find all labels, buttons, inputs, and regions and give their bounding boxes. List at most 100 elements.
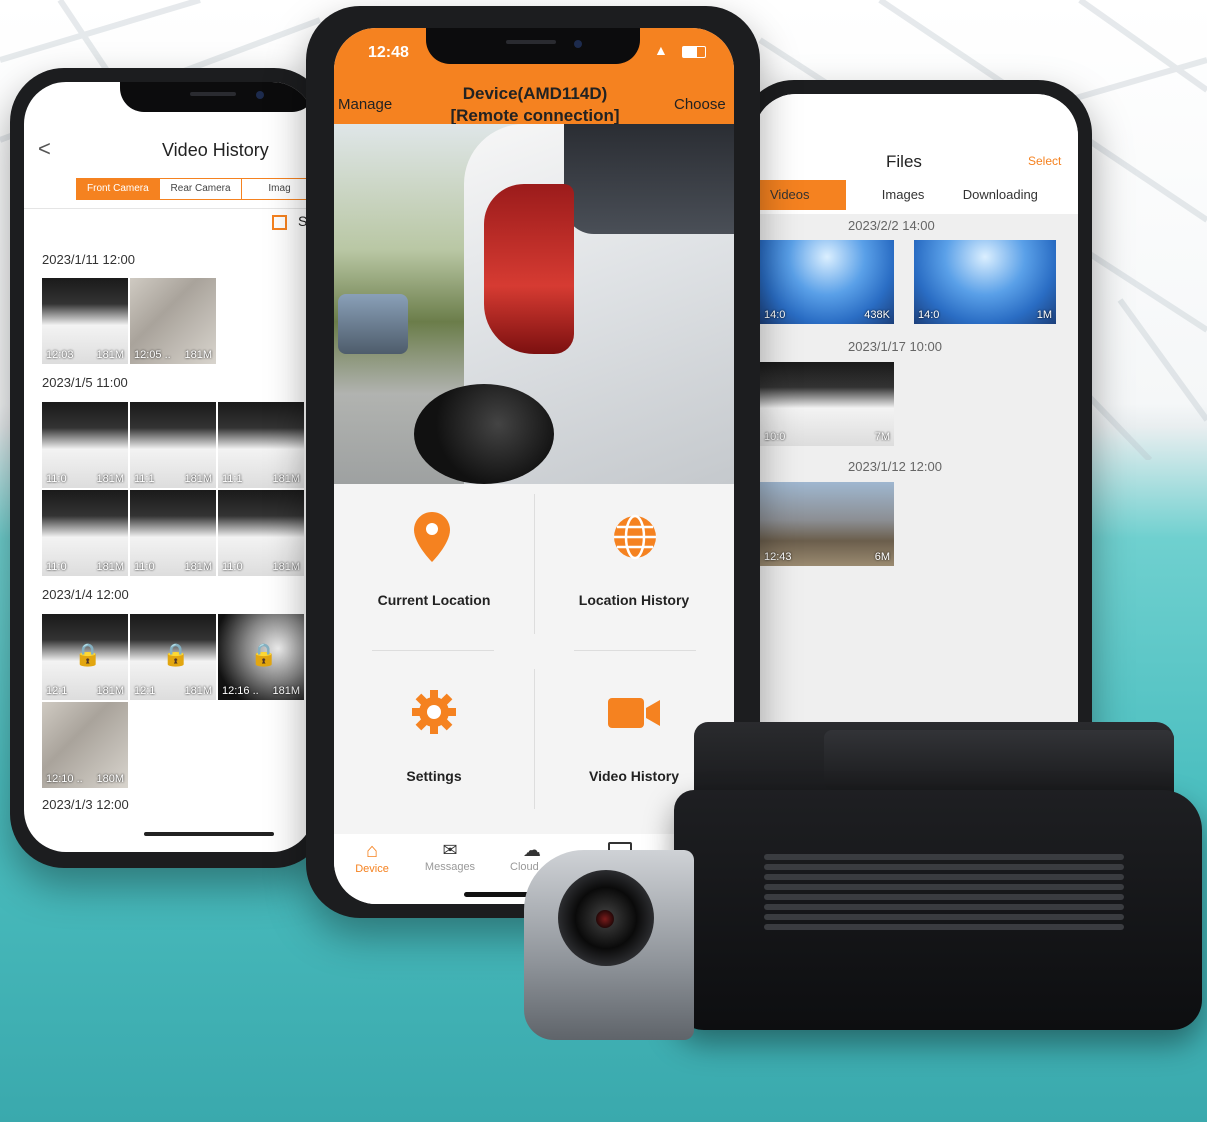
device-title-line2: [Remote connection] — [450, 106, 620, 125]
location-history-button[interactable]: Location History — [534, 484, 734, 650]
location-pin-icon — [414, 512, 450, 562]
thumb-time: 12:03 — [46, 349, 74, 361]
video-thumbnail[interactable]: 11:0 181M — [42, 490, 128, 576]
section-date: 2023/1/3 12:00 — [42, 797, 129, 812]
tab-front-camera[interactable]: Front Camera — [77, 179, 159, 199]
tab-rear-camera[interactable]: Rear Camera — [158, 179, 242, 199]
section-date: 2023/1/12 12:00 — [848, 459, 942, 474]
locked-video-thumbnail[interactable]: 🔒 12:1 181M — [130, 614, 216, 700]
video-thumbnail[interactable]: 11:0 181M — [218, 490, 304, 576]
locked-video-thumbnail[interactable]: 🔒 12:1 181M — [42, 614, 128, 700]
thumb-time: 12:10 .. — [46, 773, 83, 785]
show-checkbox[interactable] — [272, 215, 287, 230]
nav-label: Messages — [424, 861, 476, 873]
tab-images[interactable]: Images — [846, 180, 961, 210]
thumb-time: 12:16 .. — [222, 685, 259, 697]
thumb-time: 12:1 — [46, 685, 68, 697]
locked-video-thumbnail[interactable]: 🔒 12:16 .. 181M — [218, 614, 304, 700]
thumb-time: 11:1 — [134, 473, 155, 485]
thumb-size: 180M — [96, 773, 124, 785]
page-title: Video History — [162, 140, 269, 160]
video-thumbnail[interactable]: 11:1 181M — [218, 402, 304, 488]
video-thumbnail[interactable]: 14:0 438K — [760, 240, 894, 324]
section-date: 2023/1/5 11:00 — [42, 375, 128, 390]
left-phone: < Video History Front Camera Rear Camera… — [10, 68, 328, 868]
back-icon[interactable]: < — [38, 136, 51, 162]
thumb-size: 181M — [96, 685, 124, 697]
nav-device[interactable]: ⌂ Device — [350, 840, 394, 875]
camera-tab-bar: Front Camera Rear Camera Imag — [76, 178, 314, 200]
video-thumbnail[interactable]: 11:1 181M — [130, 402, 216, 488]
menu-label: Location History — [578, 592, 690, 608]
globe-icon — [614, 514, 656, 560]
live-camera-preview[interactable] — [334, 124, 734, 484]
thumb-size: 181M — [96, 349, 124, 361]
thumb-size: 181M — [272, 685, 300, 697]
left-phone-notch — [120, 82, 314, 112]
thumb-time: 11:0 — [46, 473, 67, 485]
menu-label: Settings — [406, 768, 462, 784]
right-phone: Files Select Videos Images Downloading 2… — [740, 80, 1092, 780]
section-date: 2023/2/2 14:00 — [848, 218, 935, 233]
thumb-time: 12:1 — [134, 685, 156, 697]
files-tab-bar: Videos Images Downloading — [754, 180, 1078, 210]
video-thumbnail[interactable]: 11:0 181M — [130, 490, 216, 576]
home-icon: ⌂ — [365, 840, 379, 862]
section-date: 2023/1/17 10:00 — [848, 339, 942, 354]
device-title-line1: Device(AMD114D) — [462, 84, 608, 103]
video-thumbnail[interactable]: 12:05 .. 181M — [130, 278, 216, 364]
tab-videos[interactable]: Videos — [754, 180, 846, 210]
thumb-time: 10:0 — [764, 431, 786, 443]
thumb-size: 6M — [874, 551, 890, 563]
video-thumbnail[interactable]: 14:0 1M — [914, 240, 1056, 324]
thumb-size: 1M — [1036, 309, 1052, 321]
thumb-time: 12:43 — [764, 551, 792, 563]
page-title: Files — [886, 152, 922, 171]
dash-cam-device — [524, 720, 1207, 1040]
choose-button[interactable]: Choose — [674, 96, 726, 113]
left-phone-screen: < Video History Front Camera Rear Camera… — [24, 82, 314, 852]
lock-icon: 🔒 — [162, 642, 190, 667]
lock-icon: 🔒 — [74, 642, 102, 667]
thumb-size: 181M — [96, 473, 124, 485]
thumb-size: 438K — [864, 309, 890, 321]
section-date: 2023/1/11 12:00 — [42, 252, 136, 267]
thumb-time: 14:0 — [918, 309, 940, 321]
nav-label: Device — [355, 863, 389, 875]
thumb-time: 11:0 — [134, 561, 155, 573]
thumb-size: 181M — [184, 561, 212, 573]
section-date: 2023/1/4 12:00 — [42, 587, 129, 602]
status-time: 12:48 — [368, 44, 409, 61]
gear-icon — [412, 690, 456, 734]
video-thumbnail[interactable]: 10:0 7M — [760, 362, 894, 446]
thumb-time: 11:0 — [46, 561, 67, 573]
thumb-size: 181M — [184, 685, 212, 697]
video-thumbnail[interactable]: 11:0 181M — [42, 402, 128, 488]
video-thumbnail[interactable]: 12:10 .. 180M — [42, 702, 128, 788]
wifi-icon: ▲ — [654, 42, 668, 58]
home-indicator — [144, 832, 274, 836]
current-location-button[interactable]: Current Location — [334, 484, 534, 650]
thumb-size: 181M — [184, 473, 212, 485]
select-button[interactable]: Select — [1028, 154, 1061, 168]
settings-button[interactable]: Settings — [334, 654, 534, 824]
thumb-size: 181M — [272, 473, 300, 485]
envelope-icon: ✉ — [442, 840, 458, 860]
thumb-size: 181M — [96, 561, 124, 573]
thumb-time: 11:0 — [222, 561, 243, 573]
video-thumbnail[interactable]: 12:43 6M — [760, 482, 894, 566]
thumb-size: 181M — [272, 561, 300, 573]
thumb-time: 12:05 .. — [134, 349, 171, 361]
thumb-time: 14:0 — [764, 309, 786, 321]
tab-images[interactable]: Imag — [241, 179, 314, 199]
center-phone-notch — [426, 28, 640, 64]
video-thumbnail[interactable]: 12:03 181M — [42, 278, 128, 364]
right-phone-screen: Files Select Videos Images Downloading 2… — [754, 94, 1078, 774]
thumb-size: 7M — [874, 431, 890, 443]
lock-icon: 🔒 — [250, 642, 278, 667]
battery-icon — [682, 46, 706, 58]
nav-messages[interactable]: ✉ Messages — [420, 840, 480, 873]
menu-label: Current Location — [377, 592, 491, 608]
manage-button[interactable]: Manage — [338, 96, 392, 113]
tab-downloading[interactable]: Downloading — [961, 180, 1078, 210]
